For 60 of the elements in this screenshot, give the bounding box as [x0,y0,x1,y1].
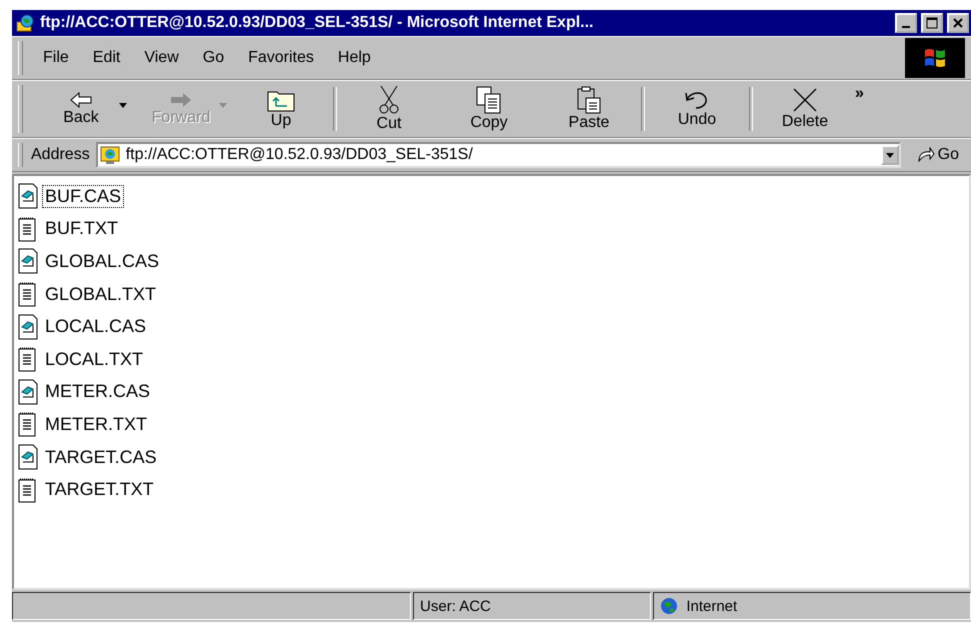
text-file-icon [18,346,38,372]
globe-icon [660,597,678,615]
toolbar-button[interactable]: Back [31,83,131,135]
computer-globe-icon [100,145,120,165]
scissors-icon [377,85,401,115]
document-icon [18,444,38,470]
toolbar-button[interactable]: Delete [755,83,855,135]
file-name[interactable]: METER.CAS [42,380,154,404]
more-button[interactable]: » [855,85,864,103]
menu-item[interactable]: File [31,49,81,67]
left-arrow-icon [69,91,93,109]
globe-icon [16,14,36,32]
user-status: User: ACC [413,592,652,620]
right-arrow-icon [169,91,193,109]
text-file-icon [18,216,38,242]
minimize-button[interactable] [895,13,917,33]
menu-item[interactable]: Go [190,49,236,67]
clipboard-icon [576,86,602,114]
file-name[interactable]: LOCAL.CAS [42,315,150,338]
file-name[interactable]: LOCAL.TXT [42,348,146,371]
address-field[interactable]: ftp://ACC:OTTER@10.52.0.93/DD03_SEL-351S/ [96,142,901,168]
x-mark-icon [792,87,818,113]
windows-logo-icon [905,38,965,78]
text-file-icon [18,476,38,503]
document-icon [18,314,38,340]
toolbar-button[interactable]: Undo [647,83,747,135]
window-title: ftp://ACC:OTTER@10.52.0.93/DD03_SEL-351S/ - Microsoft Internet Expl... [40,14,594,32]
dropdown-button[interactable] [880,145,899,165]
address-label: Address [31,146,90,164]
file-name[interactable]: METER.TXT [42,412,150,436]
close-button[interactable] [947,13,969,33]
file-name[interactable]: BUF.TXT [42,217,122,240]
file-name[interactable]: GLOBAL.CAS [42,250,162,273]
caret-icon[interactable] [119,103,127,108]
minimize-icon [902,26,910,28]
zone-label: Internet [686,598,738,614]
maximize-icon [926,17,938,29]
document-icon [18,378,38,405]
go-button[interactable]: Go [906,146,965,164]
file-name[interactable]: GLOBAL.TXT [42,282,160,306]
toolbar-button[interactable]: Copy [439,83,539,135]
maximize-button[interactable] [921,13,943,33]
toolbar-button[interactable]: Cut [339,83,439,135]
menu-item[interactable]: Favorites [236,49,326,67]
document-icon [18,183,38,210]
file-name[interactable]: TARGET.TXT [42,478,157,502]
copy-icon [476,86,502,114]
menu-item[interactable]: Help [326,49,383,67]
close-icon [953,18,963,28]
file-name[interactable]: BUF.CAS [42,184,124,208]
text-file-icon [18,411,38,438]
menu-item[interactable]: Edit [80,49,132,67]
caret-icon [886,152,894,158]
text-file-icon [18,281,38,308]
file-name[interactable]: TARGET.CAS [42,446,160,469]
menu-item[interactable]: View [132,49,191,67]
toolbar-button[interactable]: Up [231,83,331,135]
curved-arrow-icon [916,147,935,163]
document-icon [18,248,38,274]
toolbar-button[interactable]: Paste [539,83,639,135]
